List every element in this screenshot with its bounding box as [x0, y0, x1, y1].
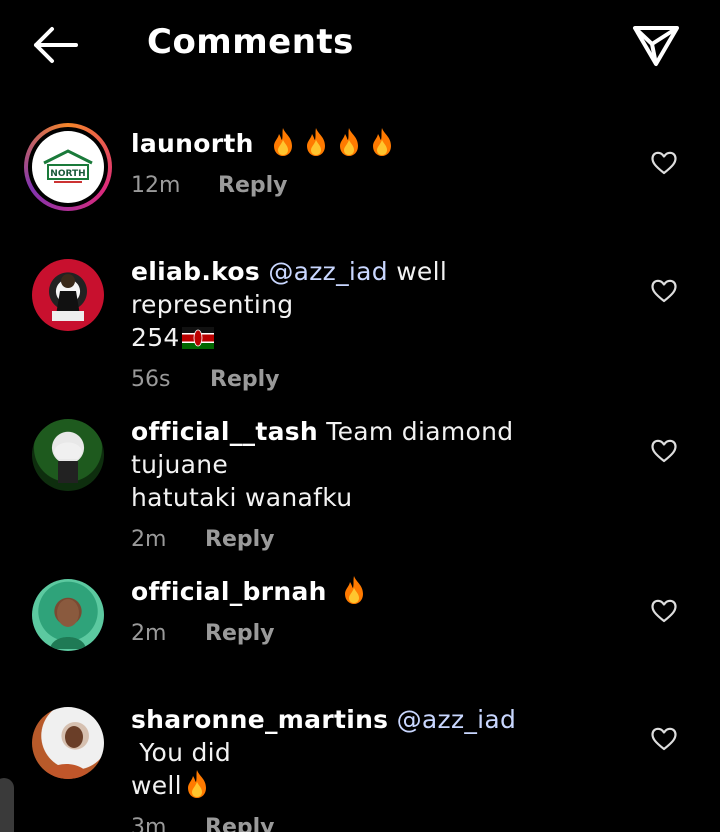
comment-text: well — [131, 771, 182, 800]
fire-icon — [344, 576, 363, 604]
heart-icon[interactable] — [651, 439, 677, 463]
avatar[interactable] — [32, 419, 104, 491]
kenya-flag-icon — [181, 327, 214, 349]
comment-text: 254 — [131, 323, 180, 352]
comment-meta: 2m Reply — [131, 621, 611, 646]
comment-username[interactable]: official__tash — [131, 417, 318, 446]
comment-time: 3m — [131, 815, 167, 832]
person-photo-icon — [52, 274, 84, 321]
avatar[interactable] — [32, 707, 104, 779]
avatar[interactable] — [32, 259, 104, 331]
comment-username[interactable]: eliab.kos — [131, 257, 260, 286]
comment-body: sharonne_martins @azz_iad You did well 3… — [131, 703, 611, 832]
edge-swipe-handle[interactable] — [0, 778, 14, 832]
fire-emoji-group — [341, 576, 374, 606]
comment-text: hatutaki wanafku — [131, 483, 353, 512]
launorth-logo-icon: NORTH — [43, 149, 93, 183]
comment-time: 2m — [131, 621, 167, 646]
comment-username[interactable]: sharonne_martins — [131, 705, 388, 734]
svg-text:NORTH: NORTH — [50, 169, 85, 179]
comment-time: 2m — [131, 527, 167, 552]
avatar-story-ring[interactable]: NORTH — [24, 123, 112, 211]
fire-icon — [306, 128, 325, 156]
comment-username[interactable]: launorth — [131, 129, 254, 158]
mention-link[interactable]: @azz_iad — [268, 257, 388, 286]
fire-icon — [187, 770, 206, 798]
fire-emoji-group — [270, 128, 402, 158]
heart-icon[interactable] — [651, 279, 677, 303]
comment-time: 56s — [131, 367, 171, 392]
comment-meta: 12m Reply — [131, 173, 611, 198]
reply-button[interactable]: Reply — [205, 621, 275, 646]
heart-icon[interactable] — [651, 727, 677, 751]
comment-body: eliab.kos @azz_iad well representing 254 — [131, 255, 611, 392]
comments-screen: Comments NORTH launorth 12m Reply eliab.… — [0, 0, 720, 832]
comment-time: 12m — [131, 173, 181, 198]
comment-list: NORTH launorth 12m Reply eliab.kos @azz_… — [0, 0, 720, 832]
fire-icon — [273, 128, 292, 156]
heart-icon[interactable] — [651, 599, 677, 623]
reply-button[interactable]: Reply — [210, 367, 280, 392]
person-photo-icon — [50, 599, 86, 649]
person-photo-icon — [54, 442, 82, 483]
comment-meta: 3m Reply — [131, 815, 611, 832]
person-photo-icon — [42, 726, 92, 779]
reply-button[interactable]: Reply — [205, 815, 275, 832]
comment-meta: 2m Reply — [131, 527, 611, 552]
heart-icon[interactable] — [651, 151, 677, 175]
comment-text: You did — [131, 738, 232, 767]
comment-body: official__tash Team diamond tujuane hatu… — [131, 415, 611, 552]
avatar[interactable] — [32, 579, 104, 651]
comment-username[interactable]: official_brnah — [131, 577, 327, 606]
comment-body: launorth 12m Reply — [131, 127, 611, 198]
avatar: NORTH — [32, 131, 104, 203]
comment-body: official_brnah 2m Reply — [131, 575, 611, 646]
mention-link[interactable]: @azz_iad — [397, 705, 517, 734]
comment-meta: 56s Reply — [131, 367, 611, 392]
fire-icon — [372, 128, 391, 156]
fire-icon — [339, 128, 358, 156]
reply-button[interactable]: Reply — [218, 173, 288, 198]
reply-button[interactable]: Reply — [205, 527, 275, 552]
